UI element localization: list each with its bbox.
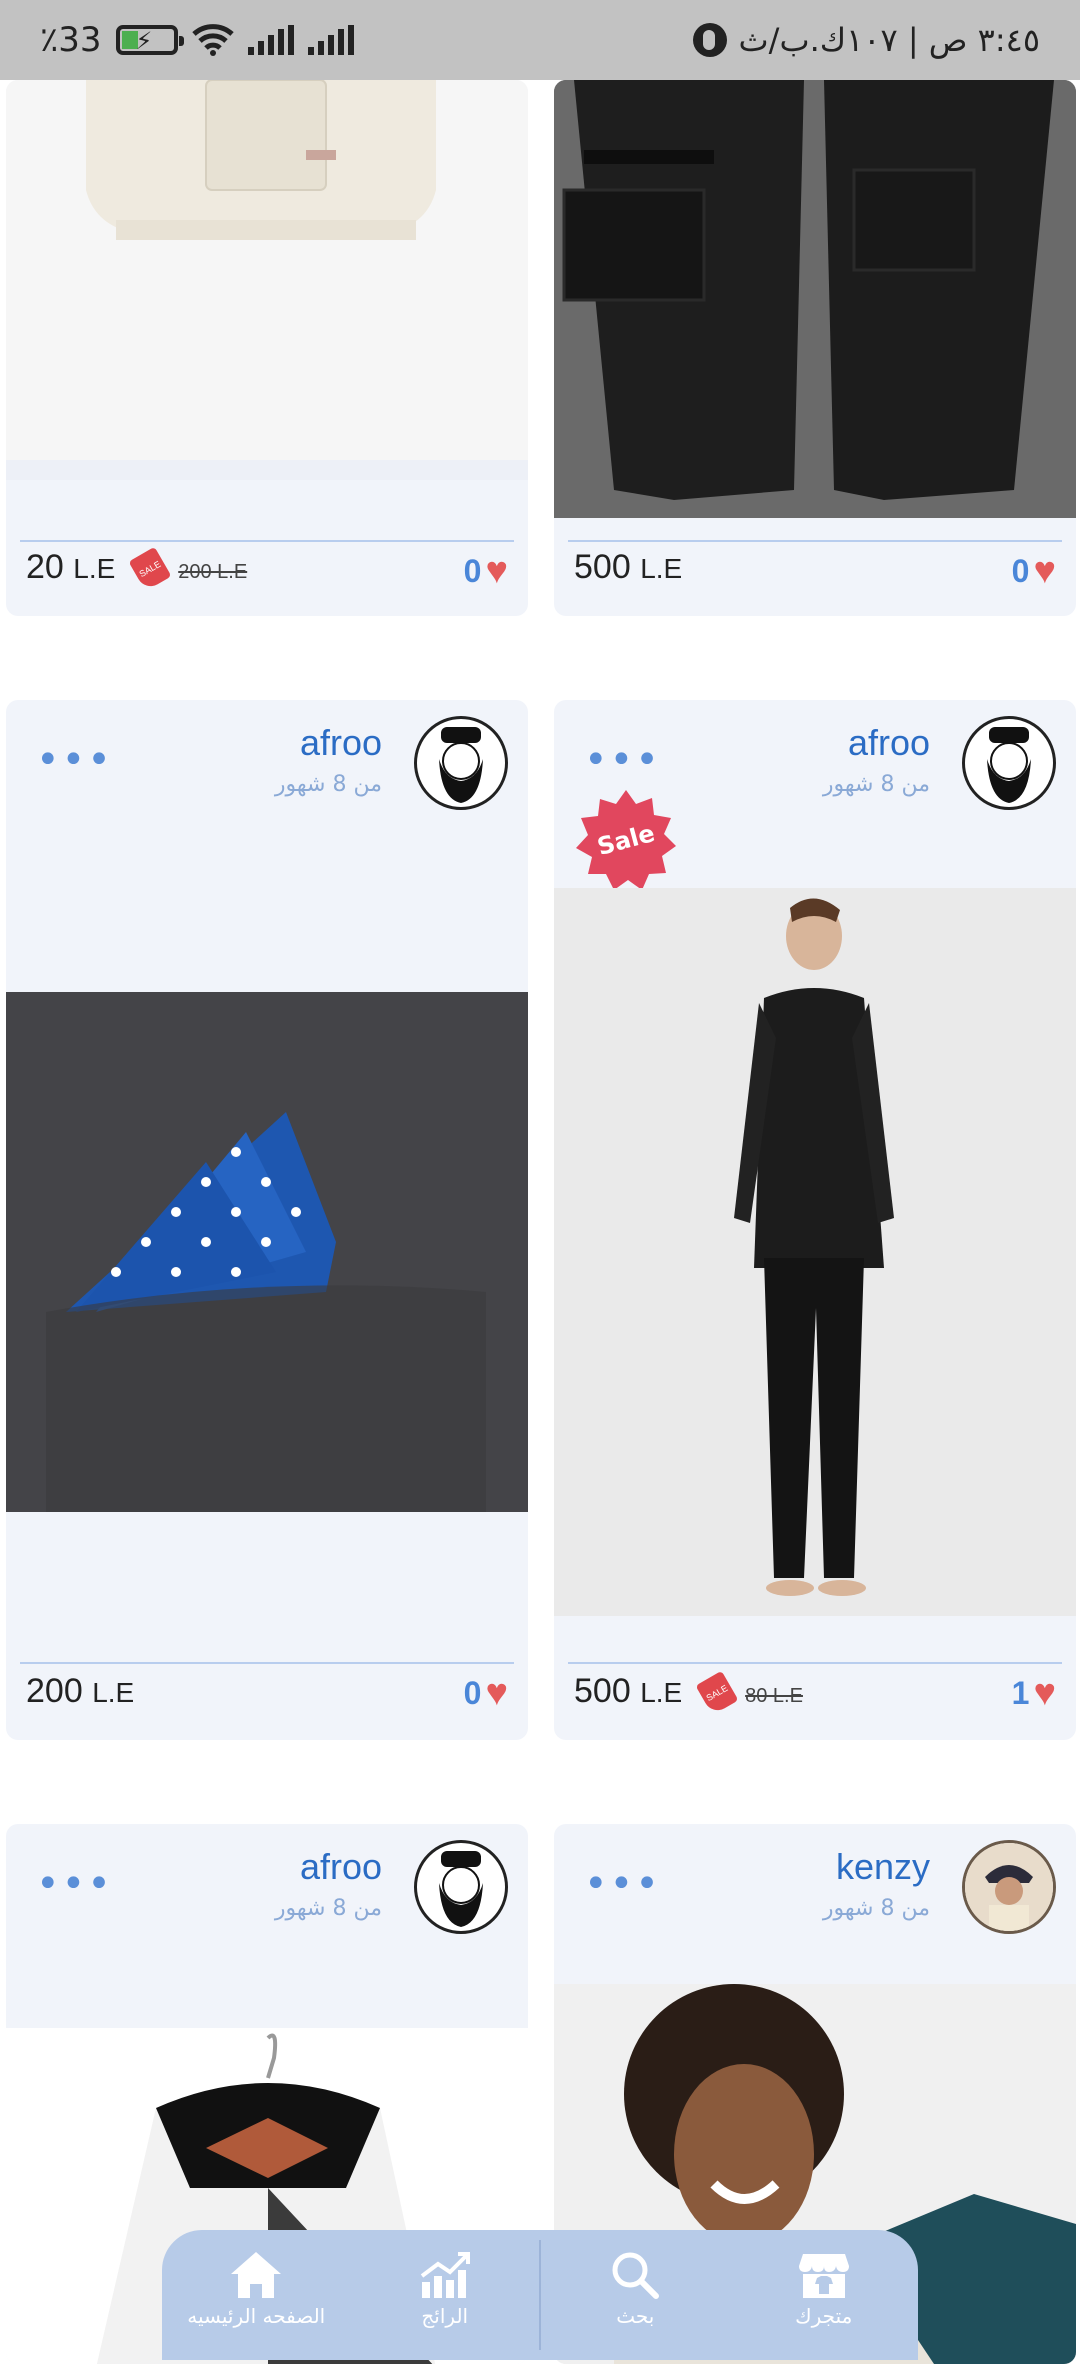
product-image-cargo-pants[interactable] (554, 80, 1076, 518)
username[interactable]: afroo (848, 722, 930, 764)
nav-label: بحث (616, 2304, 655, 2328)
more-options-icon[interactable]: ••• (36, 740, 113, 780)
product-card[interactable]: 500 L.E 0 ♥ (554, 80, 1076, 616)
product-image-satin-pajamas[interactable] (554, 888, 1076, 1616)
username[interactable]: afroo (300, 1846, 382, 1888)
status-time: ٣:٤٥ ص | ١٠٧ك.ب/ث (738, 21, 1040, 59)
price: 200 L.E (26, 1672, 135, 1710)
time-ago: من 8 شهور (822, 772, 930, 797)
like-button[interactable]: 1 ♥ (1012, 1672, 1056, 1715)
product-image-sweatshirt[interactable] (6, 80, 528, 480)
wifi-icon (191, 24, 234, 56)
time-ago: من 8 شهور (822, 1896, 930, 1921)
product-card[interactable]: afroo من 8 شهور ••• Sale 500 L.E SALE 80… (554, 700, 1076, 1740)
bottom-nav: الصفحه الرئيسيه الرائج بحث متجرك (162, 2230, 918, 2360)
heart-icon: ♥ (485, 550, 508, 592)
price: 500 L.E SALE 80 L.E (574, 1670, 803, 1716)
like-button[interactable]: 0 ♥ (1012, 550, 1056, 593)
product-image-pocket-square[interactable] (6, 992, 528, 1512)
like-count: 0 (1011, 553, 1030, 589)
time-ago: من 8 شهور (274, 1896, 382, 1921)
product-card[interactable]: afroo من 8 شهور ••• 200 L.E 0 ♥ (6, 700, 528, 1740)
card-header: afroo من 8 شهور ••• (6, 700, 528, 840)
home-icon (231, 2252, 282, 2298)
avatar[interactable] (962, 1840, 1056, 1934)
sale-badge: Sale (576, 790, 676, 890)
more-options-icon[interactable]: ••• (584, 1864, 661, 1904)
time-ago: من 8 شهور (274, 772, 382, 797)
app-notification-icon (692, 23, 727, 57)
like-button[interactable]: 0 ♥ (464, 550, 508, 593)
like-button[interactable]: 0 ♥ (464, 1672, 508, 1715)
battery-percent: ٪33 (40, 20, 102, 60)
heart-icon: ♥ (485, 1672, 508, 1714)
nav-item-trending[interactable]: الرائج (351, 2230, 540, 2360)
old-price: 80 L.E (745, 1685, 803, 1707)
nav-label: الصفحه الرئيسيه (187, 2304, 326, 2328)
search-icon (612, 2252, 660, 2299)
card-header: kenzy من 8 شهور ••• (554, 1824, 1076, 1964)
username[interactable]: afroo (300, 722, 382, 764)
like-count: 1 (1011, 1675, 1030, 1711)
like-count: 0 (463, 553, 482, 589)
product-card[interactable]: 20 L.E SALE 200 L.E 0 ♥ (6, 80, 528, 616)
more-options-icon[interactable]: ••• (584, 740, 661, 780)
card-header: afroo من 8 شهور ••• (6, 1824, 528, 1964)
nav-label: متجرك (795, 2304, 853, 2328)
battery-icon: ⚡ (115, 25, 184, 55)
store-icon (798, 2254, 849, 2298)
sale-tag-icon: SALE (695, 1670, 739, 1716)
nav-label: الرائج (421, 2304, 469, 2328)
avatar[interactable] (414, 1840, 508, 1934)
like-count: 0 (463, 1675, 482, 1711)
avatar[interactable] (414, 716, 508, 810)
signal-icon-1 (247, 25, 294, 55)
username[interactable]: kenzy (836, 1846, 930, 1888)
nav-item-home[interactable]: الصفحه الرئيسيه (162, 2230, 351, 2360)
avatar[interactable] (962, 716, 1056, 810)
status-bar: ٪33 ⚡ ٣:٤٥ ص | ١٠٧ك.ب/ث (0, 0, 1080, 80)
status-right: ٣:٤٥ ص | ١٠٧ك.ب/ث (692, 20, 1040, 60)
heart-icon: ♥ (1033, 1672, 1056, 1714)
price: 500 L.E (574, 548, 683, 586)
nav-item-search[interactable]: بحث (541, 2230, 730, 2360)
old-price: 200 L.E (178, 561, 248, 583)
more-options-icon[interactable]: ••• (36, 1864, 113, 1904)
nav-item-store[interactable]: متجرك (730, 2230, 919, 2360)
heart-icon: ♥ (1033, 550, 1056, 592)
signal-icon-2 (307, 25, 354, 55)
price: 20 L.E SALE 200 L.E (26, 546, 248, 592)
sale-tag-icon: SALE (128, 546, 172, 592)
status-left: ٪33 ⚡ (40, 20, 354, 60)
trending-icon (420, 2252, 470, 2298)
